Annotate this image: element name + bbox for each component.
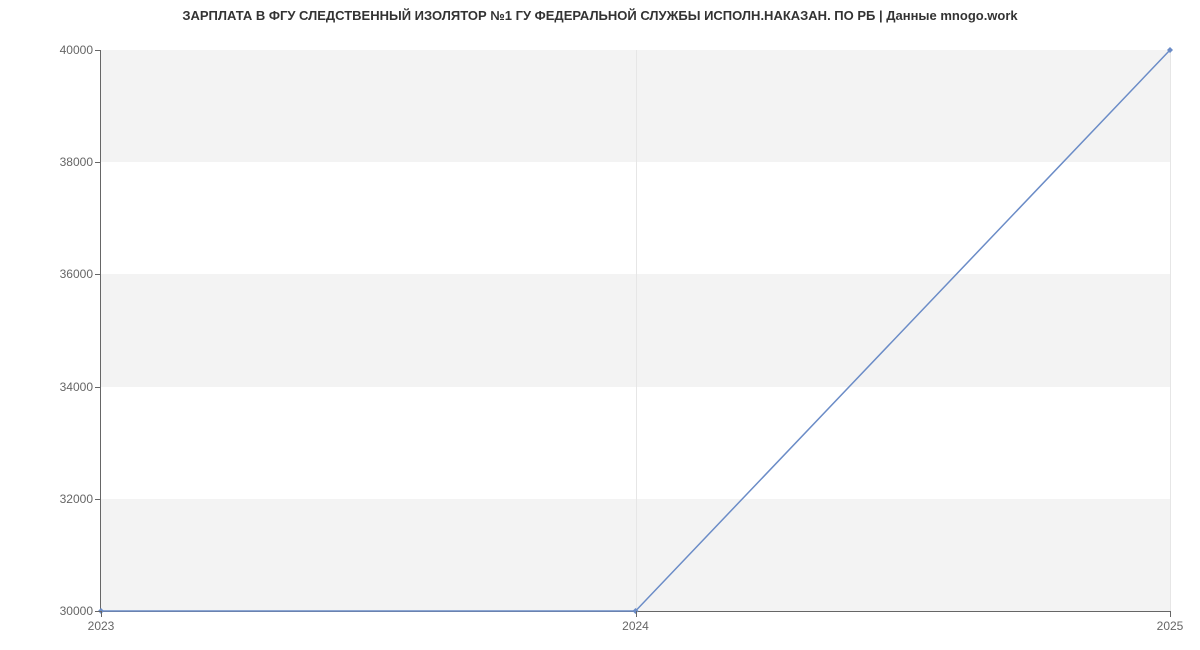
y-tick — [95, 611, 101, 612]
series-line — [101, 50, 1170, 611]
y-tick-label: 32000 — [60, 492, 93, 506]
y-tick — [95, 387, 101, 388]
chart-svg — [101, 50, 1170, 611]
y-tick — [95, 499, 101, 500]
gridline-vertical — [1170, 50, 1171, 611]
x-tick-label: 2024 — [622, 619, 649, 633]
y-tick-label: 30000 — [60, 604, 93, 618]
chart-title: ЗАРПЛАТА В ФГУ СЛЕДСТВЕННЫЙ ИЗОЛЯТОР №1 … — [0, 0, 1200, 23]
x-tick-label: 2025 — [1157, 619, 1184, 633]
x-tick — [101, 611, 102, 617]
x-tick — [636, 611, 637, 617]
x-tick — [1170, 611, 1171, 617]
chart-container: ЗАРПЛАТА В ФГУ СЛЕДСТВЕННЫЙ ИЗОЛЯТОР №1 … — [0, 0, 1200, 650]
y-tick-label: 36000 — [60, 267, 93, 281]
y-tick — [95, 162, 101, 163]
y-tick-label: 38000 — [60, 155, 93, 169]
y-tick — [95, 274, 101, 275]
plot-area: 2023202420253000032000340003600038000400… — [100, 50, 1170, 612]
y-tick — [95, 50, 101, 51]
y-tick-label: 34000 — [60, 380, 93, 394]
y-tick-label: 40000 — [60, 43, 93, 57]
x-tick-label: 2023 — [88, 619, 115, 633]
